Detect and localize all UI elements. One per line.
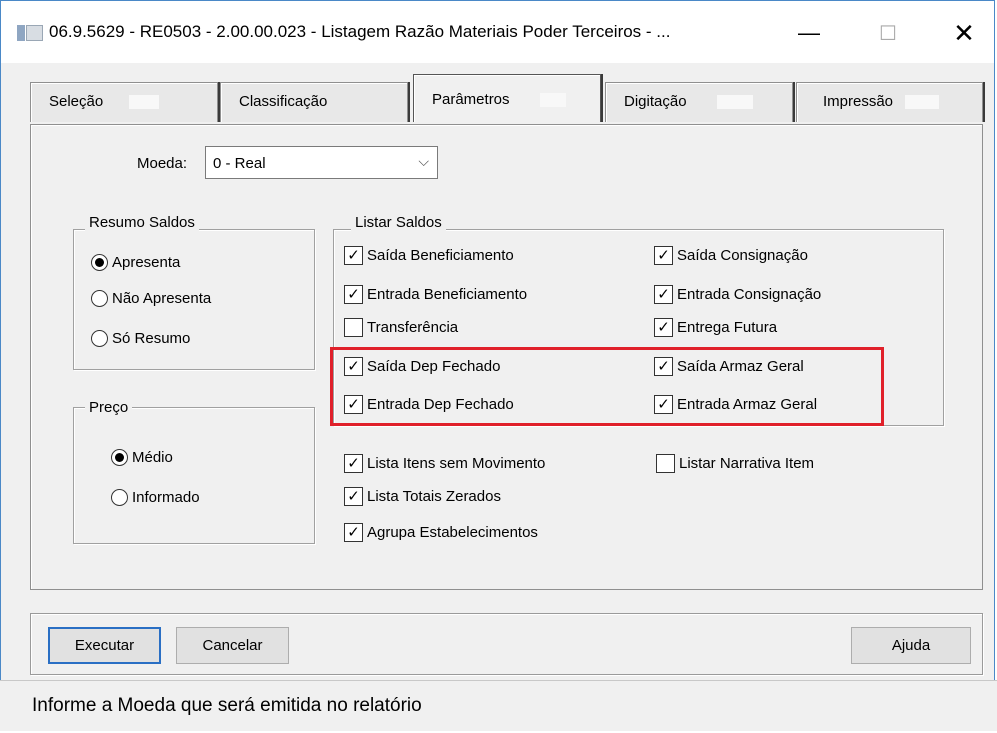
tab-parametros[interactable]: Parâmetros	[413, 74, 601, 122]
checkbox-lista-totais-zerados[interactable]: ✓ Lista Totais Zerados	[344, 487, 501, 506]
ajuda-button[interactable]: Ajuda	[851, 627, 971, 664]
listar-saldos-title: Listar Saldos	[351, 214, 446, 231]
check-icon: ✓	[344, 523, 363, 542]
maximize-button[interactable]: ☐	[865, 13, 911, 53]
close-button[interactable]: ✕	[941, 13, 987, 53]
check-icon: ✓	[344, 285, 363, 304]
app-icon	[17, 25, 43, 41]
moeda-value: 0 - Real	[213, 155, 266, 172]
radio-icon	[111, 489, 128, 506]
preco-title: Preço	[85, 399, 133, 416]
chevron-down-icon: ⌵	[418, 153, 429, 169]
window-title: 06.9.5629 - RE0503 - 2.00.00.023 - Lista…	[49, 22, 671, 41]
status-text: Informe a Moeda que será emitida no rela…	[32, 695, 422, 716]
radio-icon	[91, 330, 108, 347]
minimize-button[interactable]: —	[786, 13, 832, 53]
tab-impressao[interactable]: Impressão	[796, 82, 983, 122]
check-icon: ✓	[344, 487, 363, 506]
radio-apresenta[interactable]: Apresenta	[91, 254, 180, 271]
radio-icon	[91, 290, 108, 307]
check-icon: ✓	[344, 454, 363, 473]
radio-selected-icon	[111, 449, 128, 466]
checkbox-empty-icon	[656, 454, 675, 473]
check-icon: ✓	[654, 246, 673, 265]
check-icon: ✓	[654, 318, 673, 337]
radio-informado[interactable]: Informado	[111, 489, 200, 506]
checkbox-agrupa-estabelecimentos[interactable]: ✓ Agrupa Estabelecimentos	[344, 523, 538, 542]
checkbox-entrega-futura[interactable]: ✓ Entrega Futura	[654, 318, 777, 337]
tab-selecao[interactable]: Seleção	[30, 82, 218, 122]
checkbox-transferencia[interactable]: Transferência	[344, 318, 458, 337]
radio-medio[interactable]: Médio	[111, 449, 173, 466]
executar-button[interactable]: Executar	[48, 627, 161, 664]
checkbox-saida-consignacao[interactable]: ✓ Saída Consignação	[654, 246, 808, 265]
checkbox-empty-icon	[344, 318, 363, 337]
status-bar: Informe a Moeda que será emitida no rela…	[0, 680, 997, 731]
checkbox-lista-itens-sem-movimento[interactable]: ✓ Lista Itens sem Movimento	[344, 454, 545, 473]
preco-group	[73, 407, 315, 544]
check-icon: ✓	[344, 246, 363, 265]
radio-selected-icon	[91, 254, 108, 271]
tab-classificacao[interactable]: Classificação	[220, 82, 408, 122]
radio-nao-apresenta[interactable]: Não Apresenta	[91, 290, 211, 307]
checkbox-listar-narrativa-item[interactable]: Listar Narrativa Item	[656, 454, 814, 473]
radio-so-resumo[interactable]: Só Resumo	[91, 330, 190, 347]
check-icon: ✓	[654, 285, 673, 304]
button-bar	[30, 613, 983, 675]
cancelar-button[interactable]: Cancelar	[176, 627, 289, 664]
checkbox-entrada-consignacao[interactable]: ✓ Entrada Consignação	[654, 285, 821, 304]
highlight-box	[330, 347, 884, 426]
checkbox-entrada-beneficiamento[interactable]: ✓ Entrada Beneficiamento	[344, 285, 527, 304]
tab-digitacao[interactable]: Digitação	[605, 82, 793, 122]
moeda-select[interactable]: 0 - Real ⌵	[205, 146, 438, 179]
title-bar: 06.9.5629 - RE0503 - 2.00.00.023 - Lista…	[1, 1, 994, 63]
checkbox-saida-beneficiamento[interactable]: ✓ Saída Beneficiamento	[344, 246, 514, 265]
resumo-saldos-title: Resumo Saldos	[85, 214, 199, 231]
moeda-label: Moeda:	[137, 155, 188, 172]
